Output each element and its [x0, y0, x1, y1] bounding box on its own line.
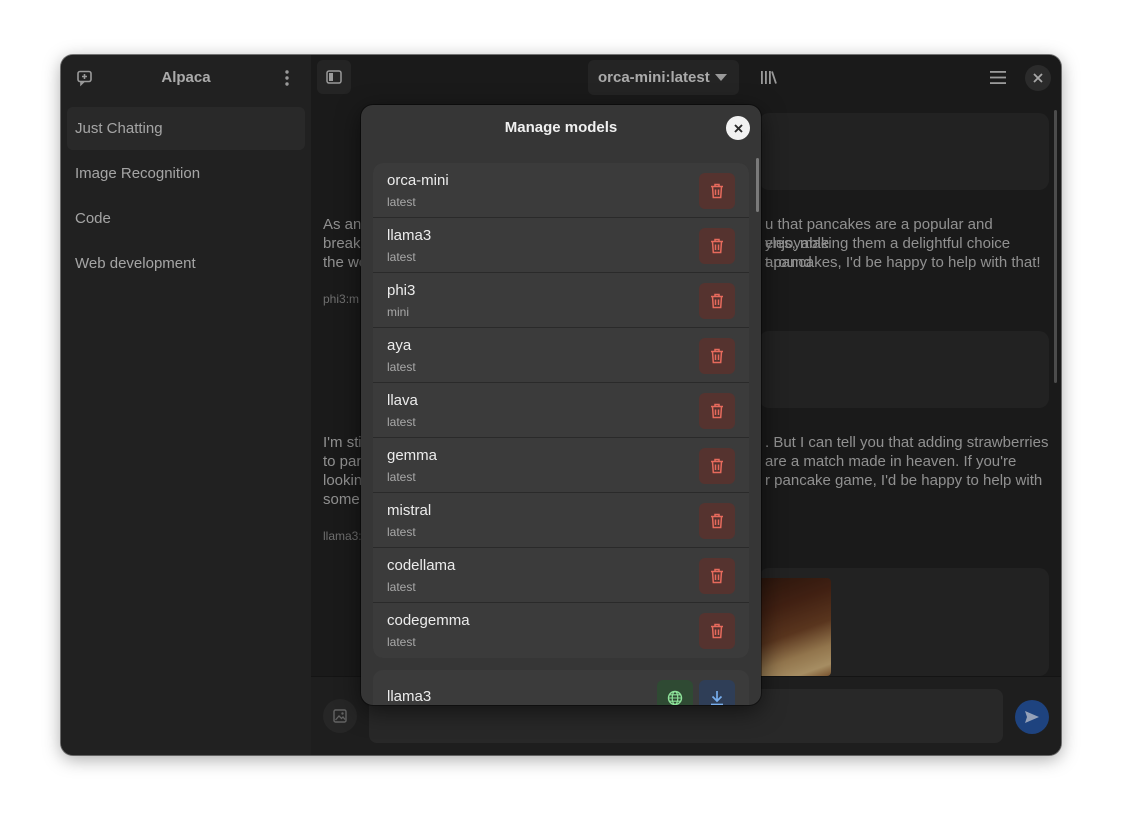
model-tag: latest	[387, 195, 416, 209]
delete-model-button[interactable]	[699, 558, 735, 594]
local-model-row: aya latest	[373, 328, 749, 383]
delete-model-button[interactable]	[699, 503, 735, 539]
model-tag: latest	[387, 250, 416, 264]
model-name: codellama	[387, 557, 456, 574]
available-model-list: llama3	[373, 670, 749, 705]
local-model-row: orca-mini latest	[373, 163, 749, 218]
dialog-title: Manage models	[504, 119, 618, 136]
delete-model-button[interactable]	[699, 393, 735, 429]
local-model-list: orca-mini latest llama3 latest phi3 mini…	[373, 163, 749, 658]
model-tag: latest	[387, 580, 416, 594]
trash-icon	[711, 293, 723, 309]
close-icon	[733, 123, 743, 133]
trash-icon	[711, 238, 723, 254]
model-name: llama3	[387, 227, 432, 244]
local-model-row: codegemma latest	[373, 603, 749, 658]
model-webpage-button[interactable]	[657, 680, 693, 705]
download-icon	[711, 691, 723, 705]
model-tag: latest	[387, 525, 416, 539]
delete-model-button[interactable]	[699, 338, 735, 374]
local-model-row: llava latest	[373, 383, 749, 438]
model-name: aya	[387, 337, 412, 354]
trash-icon	[711, 568, 723, 584]
model-name: llava	[387, 392, 418, 409]
trash-icon	[711, 348, 723, 364]
trash-icon	[711, 458, 723, 474]
delete-model-button[interactable]	[699, 448, 735, 484]
delete-model-button[interactable]	[699, 283, 735, 319]
dialog-close-button[interactable]	[726, 116, 750, 140]
delete-model-button[interactable]	[699, 613, 735, 649]
model-tag: latest	[387, 635, 416, 649]
model-name: codegemma	[387, 612, 470, 629]
local-model-row: llama3 latest	[373, 218, 749, 273]
trash-icon	[711, 623, 723, 639]
model-name: gemma	[387, 447, 438, 464]
available-model-name: llama3	[387, 688, 432, 705]
dialog-scrollbar[interactable]	[756, 158, 759, 212]
model-tag: latest	[387, 470, 416, 484]
local-model-row: mistral latest	[373, 493, 749, 548]
download-model-button[interactable]	[699, 680, 735, 705]
trash-icon	[711, 403, 723, 419]
model-tag: latest	[387, 415, 416, 429]
local-model-row: phi3 mini	[373, 273, 749, 328]
delete-model-button[interactable]	[699, 228, 735, 264]
globe-icon	[667, 690, 683, 705]
delete-model-button[interactable]	[699, 173, 735, 209]
model-tag: mini	[387, 305, 410, 319]
model-name: phi3	[387, 282, 416, 299]
manage-models-dialog: Manage models orca-mini latest llama3 la…	[361, 105, 761, 705]
model-name: mistral	[387, 502, 432, 519]
model-name: orca-mini	[387, 172, 449, 189]
local-model-row: gemma latest	[373, 438, 749, 493]
local-model-row: codellama latest	[373, 548, 749, 603]
trash-icon	[711, 513, 723, 529]
model-tag: latest	[387, 360, 416, 374]
trash-icon	[711, 183, 723, 199]
